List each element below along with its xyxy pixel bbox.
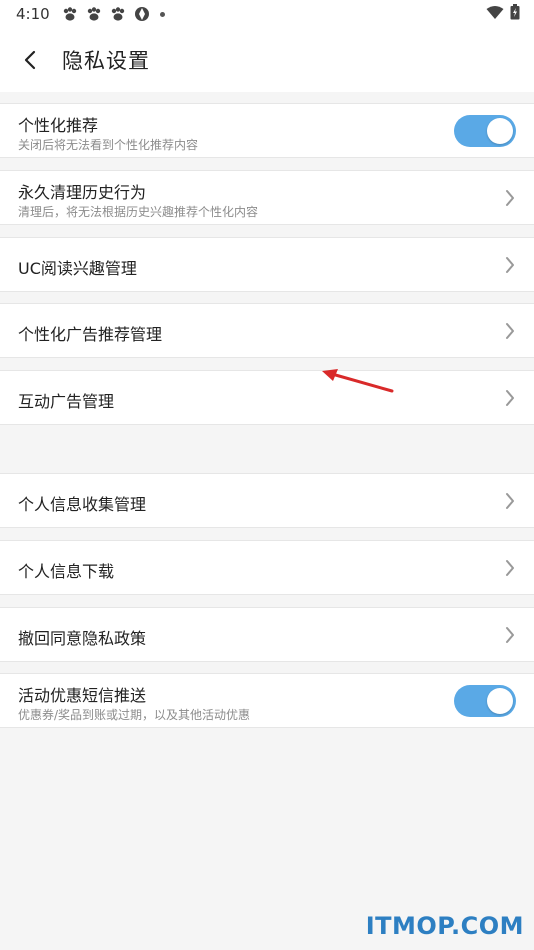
personalized-recommendation-toggle[interactable] bbox=[454, 115, 516, 147]
battery-icon bbox=[510, 4, 520, 24]
item-title: UC阅读兴趣管理 bbox=[18, 259, 137, 278]
setting-uc-reading-interest[interactable]: UC阅读兴趣管理 bbox=[0, 237, 534, 292]
annotation-arrow-icon bbox=[322, 369, 394, 393]
watermark: ITMOP.COM bbox=[365, 912, 524, 940]
page-title: 隐私设置 bbox=[62, 49, 150, 73]
chevron-right-icon bbox=[506, 323, 514, 339]
back-button[interactable] bbox=[14, 40, 46, 80]
setting-personal-info-download[interactable]: 个人信息下载 bbox=[0, 540, 534, 595]
item-subtitle: 清理后，将无法根据历史兴趣推荐个性化内容 bbox=[18, 205, 259, 219]
setting-interactive-ads[interactable]: 互动广告管理 bbox=[0, 370, 534, 425]
setting-personal-info-collection[interactable]: 个人信息收集管理 bbox=[0, 473, 534, 528]
promo-sms-toggle[interactable] bbox=[454, 685, 516, 717]
chevron-right-icon bbox=[506, 257, 514, 273]
item-title: 活动优惠短信推送 bbox=[18, 686, 147, 705]
item-subtitle: 优惠券/奖品到账或过期，以及其他活动优惠 bbox=[18, 708, 251, 722]
setting-promo-sms[interactable]: 活动优惠短信推送 优惠券/奖品到账或过期，以及其他活动优惠 bbox=[0, 673, 534, 728]
back-chevron-icon bbox=[24, 50, 36, 70]
toggle-knob bbox=[487, 688, 513, 714]
toggle-knob bbox=[487, 118, 513, 144]
item-title: 个人信息下载 bbox=[18, 562, 115, 581]
header: 隐私设置 bbox=[0, 28, 534, 92]
item-title: 个性化推荐 bbox=[18, 116, 99, 135]
status-left: 4:10 bbox=[16, 5, 165, 23]
status-bar: 4:10 bbox=[0, 0, 534, 28]
setting-withdraw-privacy-consent[interactable]: 撤回同意隐私政策 bbox=[0, 607, 534, 662]
paw-icon bbox=[86, 6, 102, 22]
item-title: 撤回同意隐私政策 bbox=[18, 629, 147, 648]
item-title: 个人信息收集管理 bbox=[18, 495, 147, 514]
chevron-right-icon bbox=[506, 560, 514, 576]
status-right bbox=[486, 4, 520, 24]
paw-icon bbox=[110, 6, 126, 22]
item-title: 永久清理历史行为 bbox=[18, 183, 147, 202]
setting-clear-history[interactable]: 永久清理历史行为 清理后，将无法根据历史兴趣推荐个性化内容 bbox=[0, 170, 534, 225]
aperture-icon bbox=[134, 6, 150, 22]
setting-personalized-recommendation[interactable]: 个性化推荐 关闭后将无法看到个性化推荐内容 bbox=[0, 103, 534, 158]
paw-icon bbox=[62, 6, 78, 22]
chevron-right-icon bbox=[506, 627, 514, 643]
item-title: 个性化广告推荐管理 bbox=[18, 325, 163, 344]
chevron-right-icon bbox=[506, 493, 514, 509]
item-title: 互动广告管理 bbox=[18, 392, 115, 411]
notification-dot bbox=[159, 11, 165, 17]
item-subtitle: 关闭后将无法看到个性化推荐内容 bbox=[18, 138, 199, 152]
wifi-icon bbox=[486, 5, 504, 24]
status-time: 4:10 bbox=[16, 5, 50, 23]
chevron-right-icon bbox=[506, 390, 514, 406]
setting-personalized-ads[interactable]: 个性化广告推荐管理 bbox=[0, 303, 534, 358]
chevron-right-icon bbox=[506, 190, 514, 206]
